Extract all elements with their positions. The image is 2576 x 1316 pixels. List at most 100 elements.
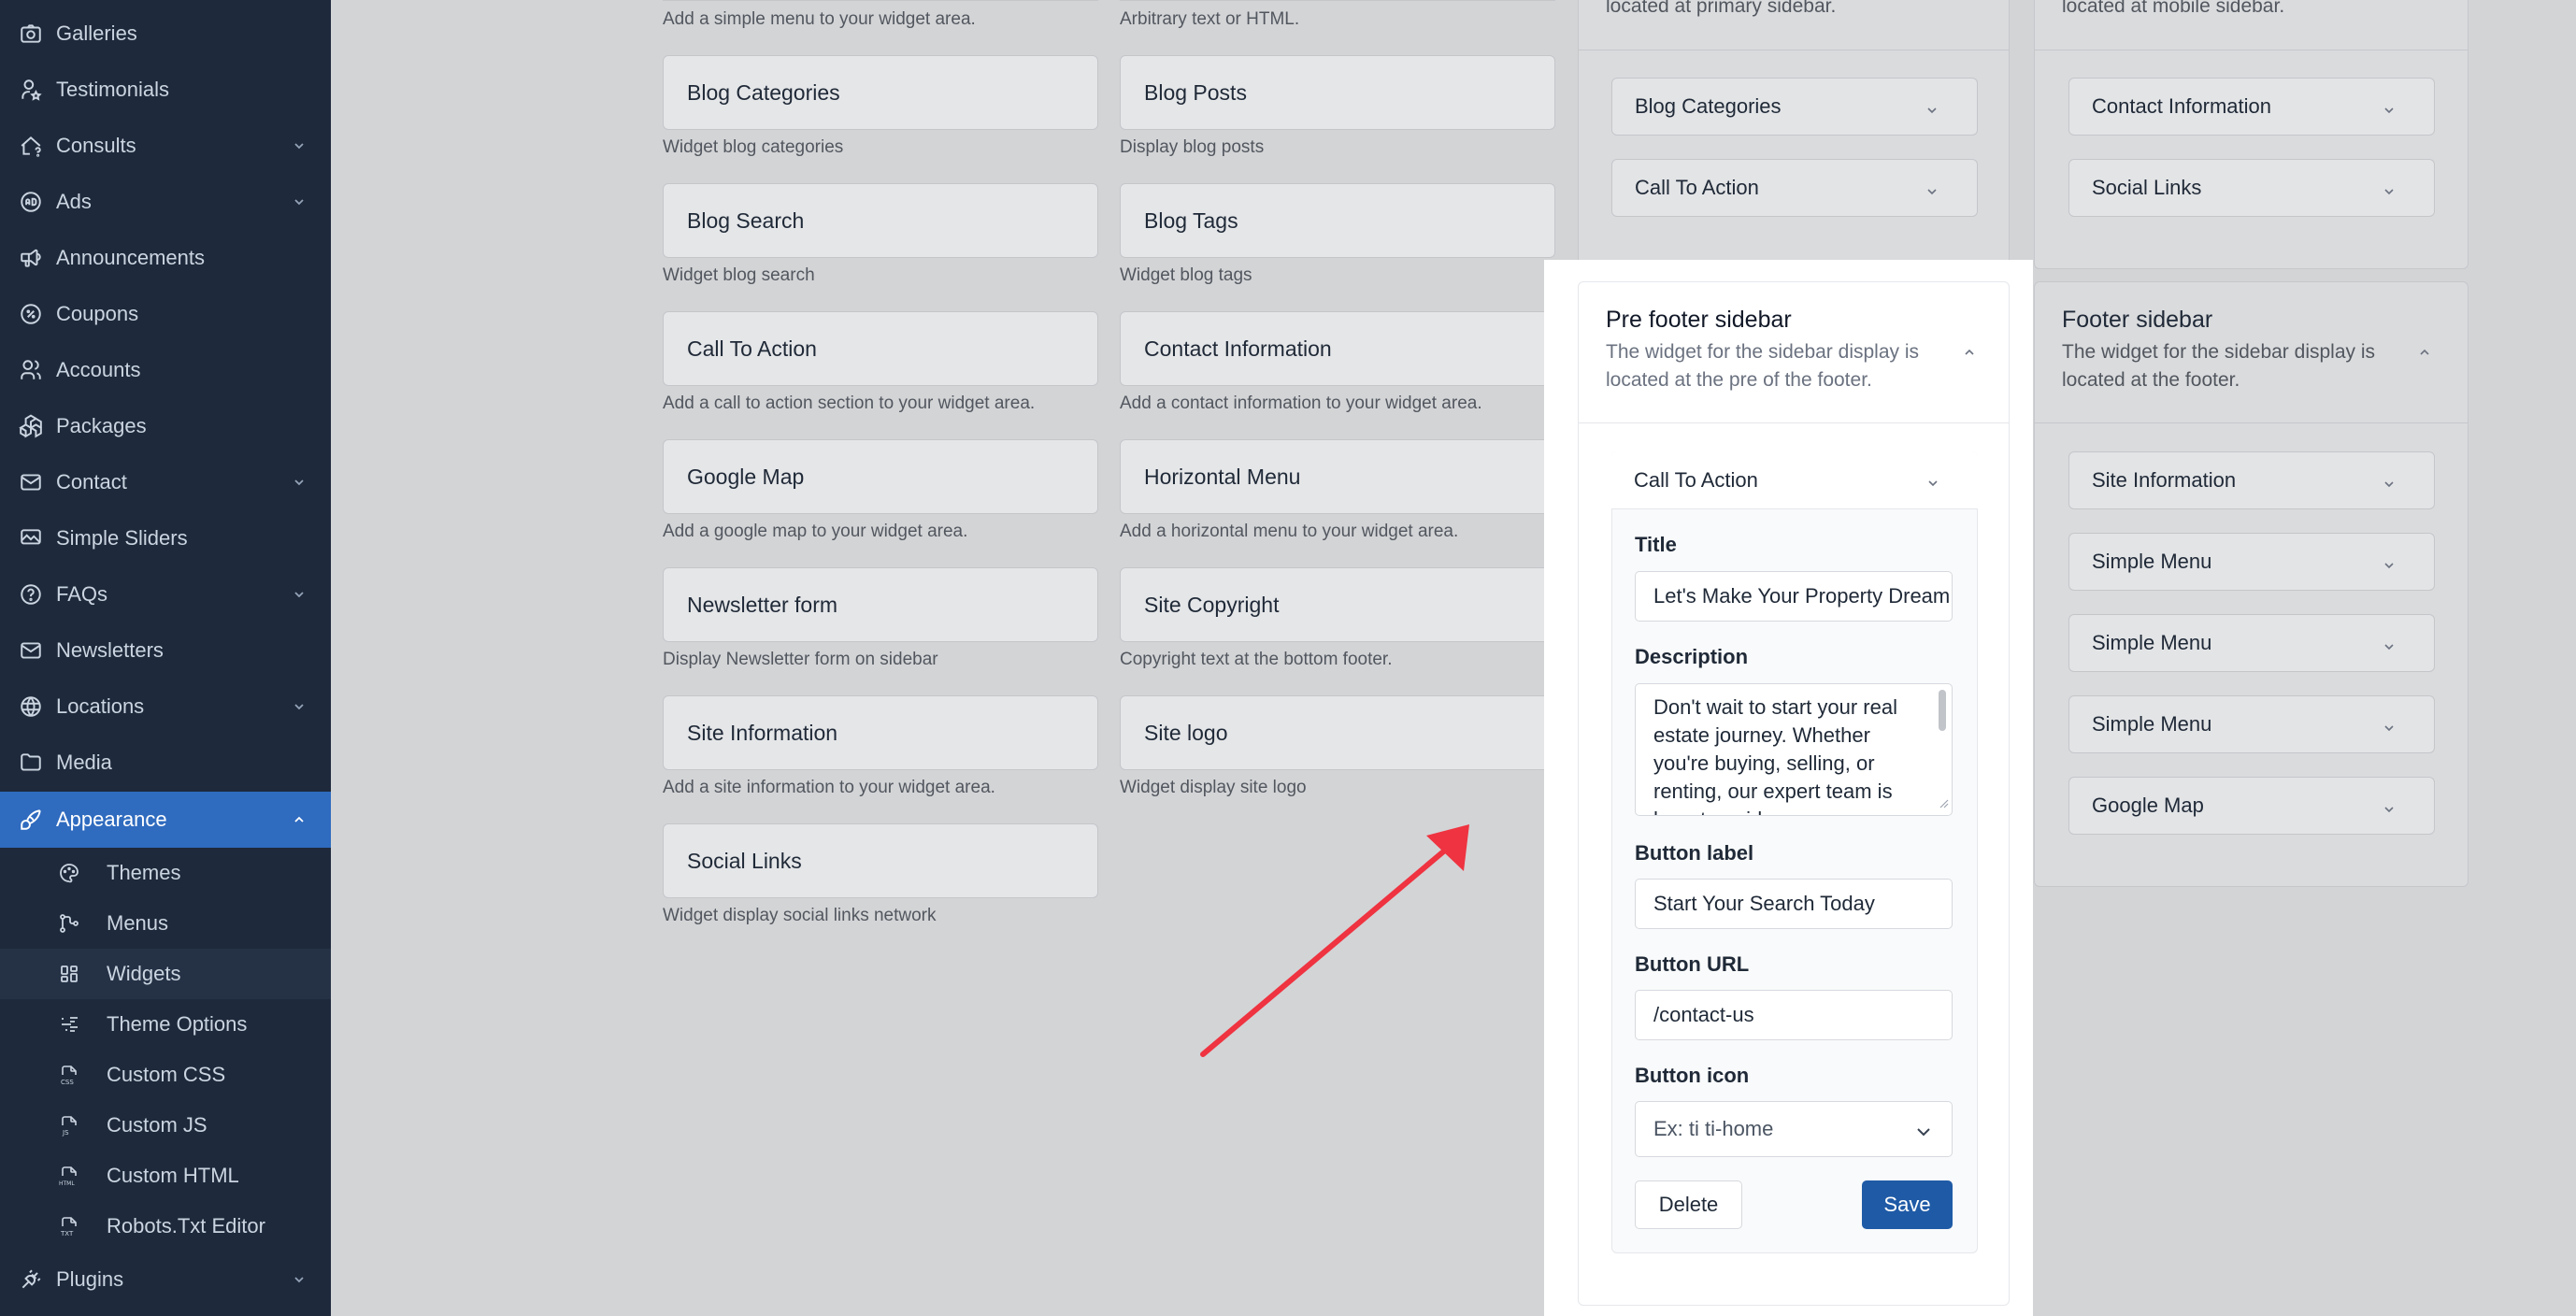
sidebar-subitem-label: Custom CSS bbox=[107, 1063, 226, 1086]
button-icon-label: Button icon bbox=[1635, 1064, 1750, 1087]
sidebar-item-coupons[interactable]: Coupons bbox=[0, 286, 331, 342]
sidebar-subitem-widgets[interactable]: Widgets bbox=[0, 949, 331, 999]
chevron-up-icon[interactable] bbox=[1962, 345, 1977, 365]
sidebar-widget-name: Google Map bbox=[2092, 794, 2204, 817]
widget-card-contact-information[interactable]: Contact Information bbox=[1120, 311, 1555, 386]
sidebar-widget-item[interactable]: Social Links bbox=[2068, 159, 2435, 217]
widget-description: Display blog posts bbox=[1120, 137, 1265, 157]
sidebar-item-label: Packages bbox=[56, 414, 147, 437]
delete-button[interactable]: Delete bbox=[1635, 1180, 1742, 1229]
sidebar-widget-item[interactable]: Simple Menu bbox=[2068, 614, 2435, 672]
widget-card-call-to-action[interactable]: Call To Action bbox=[663, 311, 1098, 386]
sidebar-subitem-custom-css[interactable]: CSS Custom CSS bbox=[0, 1050, 331, 1100]
admin-sidebar: Galleries Testimonials Consults Ads Anno… bbox=[0, 0, 331, 1316]
sidebar-widget-item[interactable]: Site Information bbox=[2068, 451, 2435, 509]
sidebar-item-contact[interactable]: Contact bbox=[0, 454, 331, 510]
users-icon bbox=[17, 356, 45, 384]
widget-card-horizontal-menu[interactable]: Horizontal Menu bbox=[1120, 439, 1555, 514]
sidebar-widget-item[interactable]: Google Map bbox=[2068, 777, 2435, 835]
slideshow-icon bbox=[17, 524, 45, 552]
sidebar-widget-item[interactable]: Simple Menu bbox=[2068, 533, 2435, 591]
sidebar-widget-item[interactable]: Contact Information bbox=[2068, 78, 2435, 136]
sidebar-item-media[interactable]: Media bbox=[0, 735, 331, 791]
sidebar-item-ads[interactable]: Ads bbox=[0, 174, 331, 230]
sidebar-subitem-label: Theme Options bbox=[107, 1012, 248, 1036]
sidebar-item-label: Accounts bbox=[56, 358, 141, 381]
widget-card-blog-categories[interactable]: Blog Categories bbox=[663, 55, 1098, 130]
sidebar-item-newsletters[interactable]: Newsletters bbox=[0, 622, 331, 679]
file-type-css-icon: CSS bbox=[56, 1062, 82, 1088]
chevron-down-icon bbox=[2382, 798, 2397, 813]
widget-description: Widget blog tags bbox=[1120, 265, 1252, 285]
sidebar-subitem-custom-js[interactable]: JS Custom JS bbox=[0, 1100, 331, 1151]
chevron-down-icon bbox=[292, 1272, 307, 1287]
widget-card-blog-search[interactable]: Blog Search bbox=[663, 183, 1098, 258]
button-icon-placeholder: Ex: ti ti-home bbox=[1653, 1117, 1774, 1140]
widget-name: Blog Categories bbox=[687, 79, 840, 105]
sidebar-widget-item[interactable]: Simple Menu bbox=[2068, 695, 2435, 753]
widget-name: Contact Information bbox=[1144, 336, 1332, 361]
widget-card-blog-posts[interactable]: Blog Posts bbox=[1120, 55, 1555, 130]
title-input[interactable]: Let's Make Your Property Dream bbox=[1635, 571, 1953, 622]
widget-description: Add a site information to your widget ar… bbox=[663, 778, 995, 797]
sidebar-subitem-robots-editor[interactable]: TXT Robots.Txt Editor bbox=[0, 1201, 331, 1252]
sidebar-subitem-menus[interactable]: Menus bbox=[0, 898, 331, 949]
sidebar-subitem-themes[interactable]: Themes bbox=[0, 848, 331, 898]
widget-name: Blog Tags bbox=[1144, 207, 1238, 233]
widget-description: Arbitrary text or HTML. bbox=[1120, 9, 1300, 29]
sidebar-item-simple-sliders[interactable]: Simple Sliders bbox=[0, 510, 331, 566]
button-label-input[interactable]: Start Your Search Today bbox=[1635, 879, 1953, 929]
sidebar-description: located at primary sidebar. bbox=[1606, 0, 1837, 17]
file-type-js-icon: JS bbox=[56, 1112, 82, 1138]
widget-card-social-links[interactable]: Social Links bbox=[663, 823, 1098, 898]
file-type-html-icon: HTML bbox=[56, 1163, 82, 1189]
widget-card-site-copyright[interactable]: Site Copyright bbox=[1120, 567, 1555, 642]
svg-text:JS: JS bbox=[62, 1129, 69, 1137]
sidebar-description: The widget for the sidebar display is lo… bbox=[1606, 341, 1920, 391]
sidebar-widget-item[interactable]: Call To Action bbox=[1611, 159, 1978, 217]
widget-card-site-information[interactable]: Site Information bbox=[663, 695, 1098, 770]
sidebar-item-consults[interactable]: Consults bbox=[0, 118, 331, 174]
widget-card-blog-tags[interactable]: Blog Tags bbox=[1120, 183, 1555, 258]
home-question-icon bbox=[17, 132, 45, 160]
open-widget-header[interactable]: Call To Action bbox=[1611, 451, 1978, 509]
widget-description: Widget display site logo bbox=[1120, 778, 1307, 797]
resize-handle-icon[interactable] bbox=[1938, 796, 1949, 813]
sidebar-item-accounts[interactable]: Accounts bbox=[0, 342, 331, 398]
sidebar-widget-name: Blog Categories bbox=[1635, 94, 1782, 118]
widget-card-google-map[interactable]: Google Map bbox=[663, 439, 1098, 514]
sidebar-item-announcements[interactable]: Announcements bbox=[0, 230, 331, 286]
button-url-input[interactable]: /contact-us bbox=[1635, 990, 1953, 1040]
widget-name: Site Information bbox=[687, 720, 838, 745]
sidebar-item-locations[interactable]: Locations bbox=[0, 679, 331, 735]
sidebar-item-galleries[interactable]: Galleries bbox=[0, 6, 331, 62]
sidebar-widget-name: Simple Menu bbox=[2092, 631, 2212, 654]
textarea-scrollbar[interactable] bbox=[1939, 690, 1946, 731]
sidebar-item-packages[interactable]: Packages bbox=[0, 398, 331, 454]
sidebar-item-plugins[interactable]: Plugins bbox=[0, 1252, 331, 1308]
sidebar-subitem-custom-html[interactable]: HTML Custom HTML bbox=[0, 1151, 331, 1201]
sidebar-subitem-theme-options[interactable]: Theme Options bbox=[0, 999, 331, 1050]
widget-name: Horizontal Menu bbox=[1144, 464, 1301, 489]
sidebar-widget-name: Contact Information bbox=[2092, 94, 2271, 118]
sidebar-item-label: Appearance bbox=[56, 808, 167, 831]
sidebar-widget-item[interactable]: Blog Categories bbox=[1611, 78, 1978, 136]
sidebar-item-faqs[interactable]: FAQs bbox=[0, 566, 331, 622]
description-textarea[interactable]: Don't wait to start your real estate jou… bbox=[1635, 683, 1953, 816]
save-button[interactable]: Save bbox=[1862, 1180, 1953, 1229]
widget-card-site-logo[interactable]: Site logo bbox=[1120, 695, 1555, 770]
widget-name: Social Links bbox=[687, 848, 802, 873]
widget-description: Add a simple menu to your widget area. bbox=[663, 9, 976, 29]
chevron-down-icon bbox=[292, 138, 307, 153]
widget-description: Widget blog categories bbox=[663, 137, 844, 157]
sidebar-item-testimonials[interactable]: Testimonials bbox=[0, 62, 331, 118]
chevron-up-icon[interactable] bbox=[2417, 345, 2432, 365]
help-circle-icon bbox=[17, 580, 45, 608]
widget-name: Google Map bbox=[687, 464, 805, 489]
sidebar-widget-name: Call To Action bbox=[1635, 176, 1759, 199]
widget-description: Widget blog search bbox=[663, 265, 815, 285]
widget-card-newsletter-form[interactable]: Newsletter form bbox=[663, 567, 1098, 642]
sidebar-item-appearance[interactable]: Appearance bbox=[0, 792, 331, 848]
sidebar-item-label: Contact bbox=[56, 470, 127, 494]
button-icon-select[interactable]: Ex: ti ti-home bbox=[1635, 1101, 1953, 1157]
